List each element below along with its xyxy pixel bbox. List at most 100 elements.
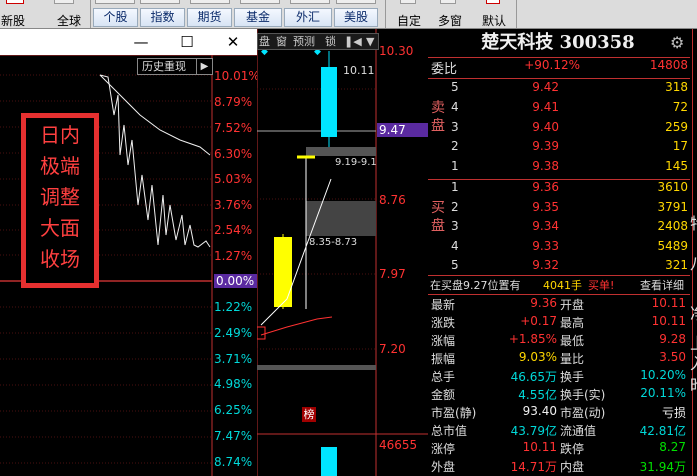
stat-cell: 最新 9.36 <box>431 296 557 313</box>
tab-funds[interactable]: 基金 <box>234 8 282 27</box>
annotation-line: 日内 <box>40 123 80 147</box>
stat-key: 换手(实) <box>560 388 606 402</box>
kline-price-label: 8.76 <box>379 193 406 207</box>
window-titlebar[interactable]: — ☐ ✕ <box>0 29 257 55</box>
toolbar-new-stocks[interactable]: 新股 <box>1 12 25 28</box>
stat-key: 开盘 <box>560 298 585 312</box>
level: 4 <box>451 239 459 253</box>
stat-value: 14.71万 <box>510 460 557 474</box>
side-panel-char: 净 <box>690 300 697 324</box>
kline-price-label: 7.20 <box>379 342 406 356</box>
sell-row-1[interactable]: 1 9.38 145 <box>428 159 690 180</box>
kline-price-label-selected: 9.47 <box>377 123 428 137</box>
tab-indices[interactable]: 指数 <box>140 8 185 27</box>
level: 5 <box>451 258 459 272</box>
weibi-value: +90.12% <box>524 58 580 72</box>
kline-toolbar: 盘 窗 预测 锁 ❚◀ ▼ <box>257 33 379 50</box>
level: 2 <box>451 200 459 214</box>
toolbar-tab-top[interactable] <box>240 0 280 4</box>
toolbar-tab-top[interactable] <box>95 0 135 4</box>
stat-cell: 最低 9.28 <box>560 332 686 349</box>
price: 9.33 <box>532 239 559 253</box>
stat-value: 9.28 <box>659 332 686 346</box>
gear-icon[interactable]: ⚙ <box>670 33 684 52</box>
sell-row-3[interactable]: 3 9.40 259 <box>428 120 690 141</box>
stat-cell: 最高 10.11 <box>560 314 686 331</box>
panel-toggle-button[interactable]: 盘 <box>259 34 270 49</box>
stat-key: 量比 <box>560 352 585 366</box>
pct-label: 7.47% <box>214 429 253 443</box>
stat-value: 8.27 <box>659 440 686 454</box>
annotation-box: 日内 极端 调整 大面 收场 <box>21 113 99 288</box>
toolbar-tab-top[interactable] <box>336 0 376 4</box>
buy-row-1[interactable]: 1 9.36 3610 <box>428 180 690 201</box>
notice-text: 在买盘9.27位置有 <box>430 279 521 292</box>
ranking-badge[interactable]: 榜 <box>302 407 316 422</box>
stat-value: +0.17 <box>520 314 557 328</box>
new-stock-icon[interactable] <box>6 0 24 4</box>
buy-row-2[interactable]: 2 9.35 3791 <box>428 200 690 221</box>
level: 3 <box>451 120 459 134</box>
stat-key: 总市值 <box>431 424 468 438</box>
price: 9.39 <box>532 139 559 153</box>
minimize-icon[interactable]: — <box>131 32 151 52</box>
stat-value: 10.11 <box>651 314 686 328</box>
volume: 2408 <box>657 219 688 233</box>
maximize-icon[interactable]: ☐ <box>177 32 197 52</box>
toolbar-multi-window[interactable]: 多窗 <box>438 12 462 28</box>
dropdown-icon[interactable]: ▼ <box>366 34 374 49</box>
replay-arrow-icon[interactable]: ▶ <box>196 58 213 75</box>
view-details-link[interactable]: 查看详细 <box>640 277 684 293</box>
toolbar-tab-top[interactable] <box>140 0 180 4</box>
replay-button[interactable]: ❚◀ <box>344 34 362 49</box>
side-panel-char: 特 <box>690 210 697 234</box>
window-button[interactable]: 窗 <box>276 34 287 49</box>
toolbar-divider <box>90 0 91 28</box>
level: 4 <box>451 100 459 114</box>
stat-value: 亏损 <box>661 406 686 420</box>
lock-button[interactable]: 锁 <box>325 34 336 49</box>
toolbar-custom[interactable]: 自定 <box>397 12 421 28</box>
stat-cell: 流通值 42.81亿 <box>560 422 686 439</box>
intraday-chart[interactable]: 历史重现 ▶ 10.01% 8.79% 7.52% 6.30% 5.03% 3.… <box>0 55 260 476</box>
stat-cell: 总市值 43.79亿 <box>431 422 557 439</box>
stat-cell: 振幅 9.03% <box>431 350 557 367</box>
custom-icon[interactable] <box>400 0 416 4</box>
toolbar-divider <box>385 0 386 28</box>
tab-forex[interactable]: 外汇 <box>284 8 332 27</box>
tab-stocks[interactable]: 个股 <box>93 8 138 27</box>
tab-us-stocks[interactable]: 美股 <box>334 8 378 27</box>
stat-key: 涨停 <box>431 442 456 456</box>
toolbar-tab-top[interactable] <box>190 0 230 4</box>
stat-key: 最新 <box>431 298 456 312</box>
volume: 321 <box>665 258 688 272</box>
volume: 5489 <box>657 239 688 253</box>
multi-window-icon[interactable] <box>440 0 456 4</box>
volume: 145 <box>665 159 688 173</box>
stat-cell: 换手(实) 20.11% <box>560 386 686 403</box>
globe-icon[interactable] <box>54 0 74 4</box>
forecast-button[interactable]: 预测 <box>293 34 315 49</box>
sell-row-4[interactable]: 4 9.41 72 <box>428 100 690 121</box>
stat-cell: 外盘 14.71万 <box>431 458 557 475</box>
tab-futures[interactable]: 期货 <box>187 8 232 27</box>
side-panel-char: 八 <box>690 250 697 274</box>
kline-panel[interactable]: ◆ ◆ 盘 窗 预测 锁 ❚◀ ▼ 10.30 9.47 8.76 7.97 7… <box>257 29 428 476</box>
pct-label: 4.98% <box>214 377 253 391</box>
pct-label: 10.01% <box>214 69 260 83</box>
toolbar-global[interactable]: 全球 <box>57 12 81 28</box>
buy-row-4[interactable]: 4 9.33 5489 <box>428 239 690 260</box>
sell-row-2[interactable]: 2 9.39 17 <box>428 139 690 160</box>
buy-row-3[interactable]: 3 9.34 2408 <box>428 219 690 240</box>
default-icon[interactable] <box>486 0 500 4</box>
stat-cell: 涨跌 +0.17 <box>431 314 557 331</box>
pct-label: 6.25% <box>214 403 253 417</box>
stat-value: 10.11 <box>651 296 686 310</box>
price: 9.35 <box>532 200 559 214</box>
stock-title: 楚天科技 300358 <box>481 32 635 53</box>
close-icon[interactable]: ✕ <box>223 32 243 52</box>
sell-row-5[interactable]: 5 9.42 318 <box>428 80 690 101</box>
toolbar-tab-top[interactable] <box>290 0 330 4</box>
kline-price-label: 10.30 <box>379 44 414 58</box>
toolbar-default[interactable]: 默认 <box>482 12 506 28</box>
